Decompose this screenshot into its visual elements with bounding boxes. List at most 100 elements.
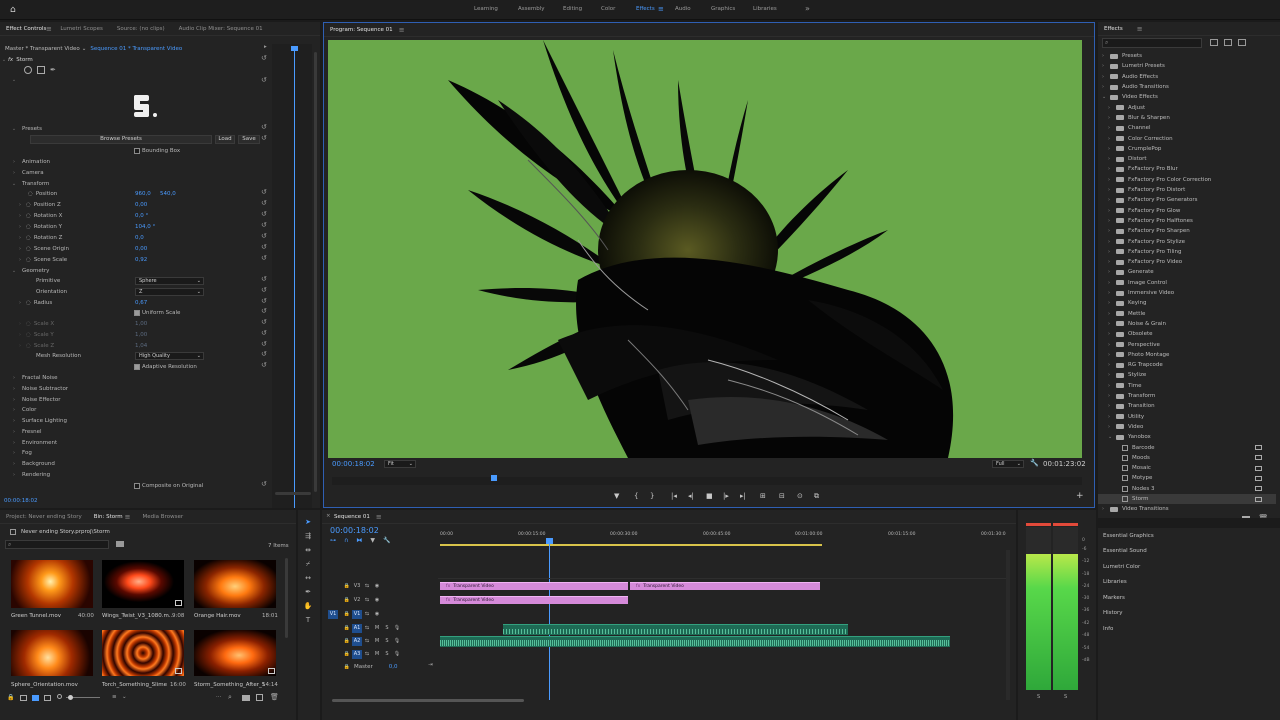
selection-tool-icon[interactable]: ➤ [303,518,313,526]
expand-arrow-icon[interactable]: › [10,397,18,403]
mute-button[interactable]: M [372,650,382,659]
effect-folder[interactable]: › Photo Montage [1098,350,1276,360]
panel-history[interactable]: History [1103,610,1123,616]
chevron-right-icon[interactable]: › [1108,105,1116,111]
chevron-right-icon[interactable]: › [1108,228,1116,234]
zoom-out-icon[interactable] [57,694,62,699]
program-video-frame[interactable] [328,40,1082,458]
effect-folder[interactable]: › Presets [1098,51,1276,61]
effect-folder[interactable]: › FxFactory Pro Stylize [1098,236,1276,246]
sort-icons-icon[interactable]: ≡ [112,694,117,700]
video-clip-v3-b[interactable]: fx Transparent Video [630,582,820,590]
effect-folder[interactable]: › FxFactory Pro Sharpen [1098,226,1276,236]
effect-folder[interactable]: › Transition [1098,401,1276,411]
effect-folder[interactable]: › Audio Transitions [1098,82,1276,92]
chevron-right-icon[interactable]: › [1108,218,1116,224]
stopwatch-icon[interactable]: ◌ [26,202,31,208]
stopwatch-icon[interactable]: ◌ [26,246,31,252]
expand-arrow-icon[interactable]: ⌄ [10,126,18,132]
bounding-box-checkbox[interactable]: Bounding Box [134,146,180,156]
rotation-x-value[interactable]: 0,0 ° [135,213,148,219]
track-name[interactable]: A3 [352,649,362,659]
timeline-settings-icon[interactable]: 🔧 [383,537,390,544]
tab-media-browser[interactable]: Media Browser [143,514,184,520]
effect-folder[interactable]: › Audio Effects [1098,72,1276,82]
ellipse-mask-icon[interactable] [24,66,32,74]
lock-icon[interactable]: 🔒 [7,694,14,701]
solo-right-button[interactable]: S [1064,694,1067,700]
chevron-right-icon[interactable]: › [1108,177,1116,183]
clip-thumbnail-orange-hair[interactable] [194,560,276,608]
chevron-right-icon[interactable]: › [1108,269,1116,275]
effect-folder[interactable]: › FxFactory Pro Color Correction [1098,175,1276,185]
reset-icon[interactable]: ↺ [261,297,267,305]
chevron-right-icon[interactable]: › [1108,372,1116,378]
add-marker-icon[interactable]: ▼ [614,492,619,500]
project-search-input[interactable]: ⌕ [5,540,109,549]
tab-project[interactable]: Project: Never ending Story [6,514,82,520]
workspace-assembly[interactable]: Assembly [518,6,545,12]
add-marker-icon[interactable]: ▼ [370,537,375,544]
reset-icon[interactable]: ↺ [261,123,267,131]
effect-storm-row[interactable]: ⌄ fx Storm [0,55,33,65]
reset-icon[interactable]: ↺ [261,350,267,358]
freeform-view-icon[interactable] [44,695,51,701]
expand-arrow-icon[interactable]: › [10,375,18,381]
video-clip-v3-a[interactable]: fx Transparent Video [440,582,628,590]
workspace-editing[interactable]: Editing [563,6,582,12]
panel-libraries[interactable]: Libraries [1103,579,1127,585]
vertical-scrollbar[interactable] [314,52,317,492]
chevron-right-icon[interactable]: › [1108,290,1116,296]
mark-in-icon[interactable]: { [634,492,638,500]
group-camera[interactable]: › Camera [0,168,44,178]
workspace-graphics[interactable]: Graphics [711,6,735,12]
reset-icon[interactable]: ↺ [261,188,267,196]
effect-folder[interactable]: › Blur & Sharpen [1098,113,1276,123]
type-tool-icon[interactable]: T [303,616,313,624]
effect-folder[interactable]: › FxFactory Pro Tiling [1098,247,1276,257]
mesh-resolution-dropdown[interactable]: High Quality ⌄ [135,352,204,360]
expand-arrow-icon[interactable]: › [10,472,18,478]
effect-item[interactable]: Barcode [1098,442,1276,452]
reset-icon[interactable]: ↺ [261,329,267,337]
radius-value[interactable]: 0,67 [135,300,147,306]
step-forward-icon[interactable]: |▸ [723,492,729,500]
clip-thumbnail-wings-twist[interactable] [102,560,184,608]
chevron-right-icon[interactable]: › [1108,331,1116,337]
lift-icon[interactable]: ⊞ [760,492,766,500]
clip-thumbnail-torch[interactable] [102,630,184,676]
lock-icon[interactable]: 🔒 [342,637,352,646]
program-scrub-bar[interactable] [332,477,1082,485]
chevron-right-icon[interactable]: › [1108,259,1116,265]
group-surface-lighting[interactable]: › Surface Lighting [0,416,67,426]
panel-markers[interactable]: Markers [1103,595,1125,601]
microphone-icon[interactable]: 🎙 [392,624,402,633]
sequence-clip-label[interactable]: Sequence 01 * Transparent Video [90,46,182,52]
stopwatch-icon[interactable]: ◌ [26,224,31,230]
checkbox-checked[interactable] [134,310,140,316]
reset-icon[interactable]: ↺ [261,307,267,315]
lock-icon[interactable]: 🔒 [342,610,352,619]
group-rendering[interactable]: › Rendering [0,470,50,480]
program-current-timecode[interactable]: 00:00:18:02 [332,460,375,468]
expand-arrow-icon[interactable]: › [10,386,18,392]
group-geometry[interactable]: ⌄ Geometry [0,266,50,276]
effect-folder[interactable]: › FxFactory Pro Glow [1098,206,1276,216]
stopwatch-icon[interactable]: ◌ [28,191,33,197]
expand-arrow-icon[interactable]: › [10,170,18,176]
add-button-icon[interactable]: + [1076,491,1084,501]
track-name[interactable]: V3 [352,582,362,591]
position-z-value[interactable]: 0,00 [135,202,147,208]
workspace-learning[interactable]: Learning [474,6,498,12]
group-noise-effector[interactable]: › Noise Effector [0,395,60,405]
lock-icon[interactable]: 🔒 [342,624,352,633]
reset-icon[interactable]: ↺ [261,76,267,84]
expand-arrow-icon[interactable]: › [10,429,18,435]
stop-icon[interactable]: ■ [706,492,713,500]
panel-menu-icon[interactable]: ≡ [376,513,382,521]
tab-lumetri-scopes[interactable]: Lumetri Scopes [60,26,103,32]
workspace-color[interactable]: Color [601,6,615,12]
reset-icon[interactable]: ↺ [261,361,267,369]
group-fractal-noise[interactable]: › Fractal Noise [0,373,57,383]
effect-folder[interactable]: › Image Control [1098,278,1276,288]
